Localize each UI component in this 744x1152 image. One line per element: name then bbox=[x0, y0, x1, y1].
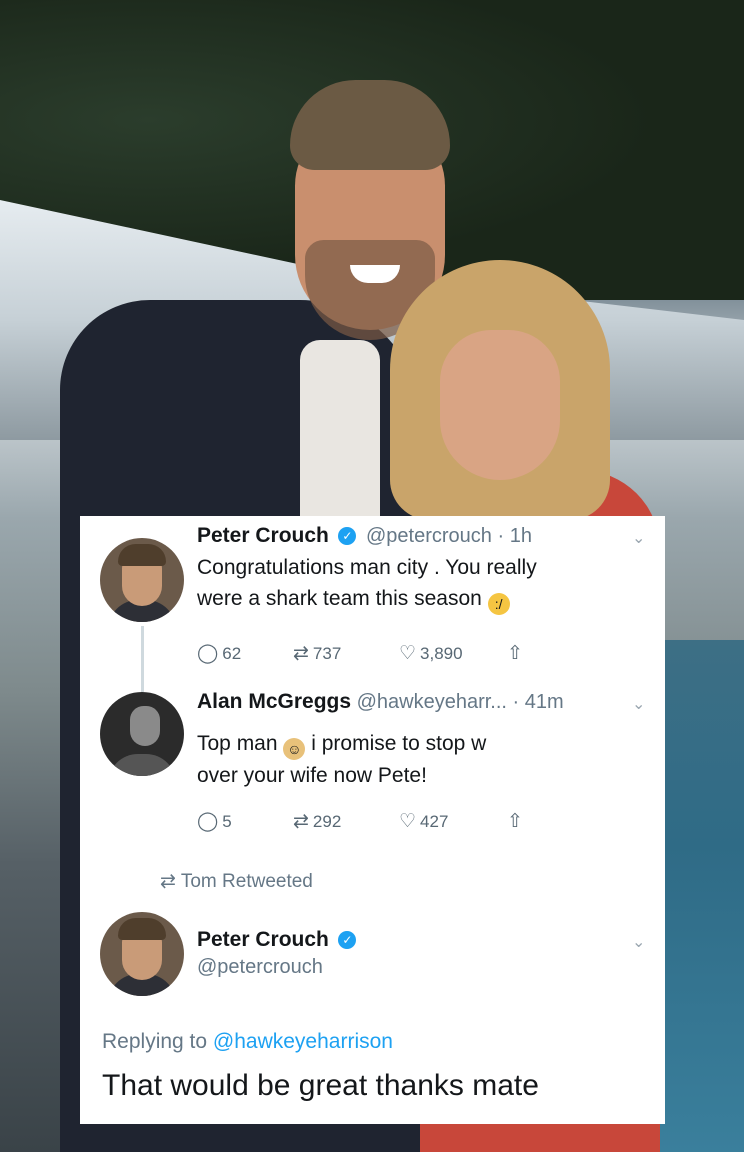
tweet-time[interactable]: · 1h bbox=[497, 525, 531, 547]
reply-button[interactable]: ◯ 62 bbox=[197, 642, 293, 665]
avatar-alan-mcgreggs[interactable] bbox=[100, 692, 184, 776]
heart-icon: ♡ bbox=[399, 643, 417, 664]
person-emoji-icon: ☺ bbox=[283, 738, 306, 760]
share-icon: ⇧ bbox=[507, 643, 523, 664]
author-name[interactable]: Alan McGreggs bbox=[197, 690, 351, 713]
mention-link[interactable]: @hawkeyeharrison bbox=[213, 1030, 393, 1053]
author-name[interactable]: Peter Crouch bbox=[197, 928, 329, 951]
verified-badge-icon: ✓ bbox=[338, 931, 357, 949]
retweet-button[interactable]: ⇄ 737 bbox=[293, 642, 399, 665]
chevron-down-icon[interactable]: ⌄ bbox=[632, 694, 645, 714]
chevron-down-icon[interactable]: ⌄ bbox=[632, 932, 645, 952]
tweet-text: Top man ☺ i promise to stop w over your … bbox=[197, 732, 487, 787]
author-handle[interactable]: @hawkeyeharr... bbox=[357, 691, 507, 713]
tweet-header: Alan McGreggs @hawkeyeharr... · 41m bbox=[197, 690, 564, 714]
reply-icon: ◯ bbox=[197, 811, 219, 832]
tweet-header: Peter Crouch ✓ @petercrouch · 1h bbox=[197, 524, 532, 548]
confused-face-emoji-icon: :/ bbox=[487, 593, 510, 615]
verified-badge-icon: ✓ bbox=[338, 527, 357, 545]
heart-icon: ♡ bbox=[399, 811, 417, 832]
reply-icon: ◯ bbox=[197, 643, 219, 664]
tweet-thread-card: Peter Crouch ✓ @petercrouch · 1h ⌄ Congr… bbox=[80, 516, 665, 1124]
tweet-header: Peter Crouch ✓ bbox=[197, 928, 360, 952]
like-button[interactable]: ♡ 3,890 bbox=[399, 642, 507, 665]
reply-button[interactable]: ◯ 5 bbox=[197, 810, 293, 833]
share-button[interactable]: ⇧ bbox=[507, 642, 523, 665]
retweet-icon: ⇄ bbox=[160, 871, 176, 892]
avatar-peter-crouch[interactable] bbox=[100, 912, 184, 996]
retweet-icon: ⇄ bbox=[293, 643, 309, 664]
retweet-notice[interactable]: ⇄ Tom Retweeted bbox=[160, 870, 313, 893]
tweet-actions: ◯ 5 ⇄ 292 ♡ 427 ⇧ bbox=[197, 810, 523, 833]
share-icon: ⇧ bbox=[507, 811, 523, 832]
retweet-icon: ⇄ bbox=[293, 811, 309, 832]
tweet-time[interactable]: · 41m bbox=[513, 691, 564, 713]
tweet-text: Congratulations man city . You really we… bbox=[197, 552, 537, 615]
replying-to-line: Replying to @hawkeyeharrison bbox=[102, 1030, 393, 1053]
share-button[interactable]: ⇧ bbox=[507, 810, 523, 833]
like-button[interactable]: ♡ 427 bbox=[399, 810, 507, 833]
avatar-peter-crouch[interactable] bbox=[100, 538, 184, 622]
tweet-actions: ◯ 62 ⇄ 737 ♡ 3,890 ⇧ bbox=[197, 642, 523, 665]
author-handle[interactable]: @petercrouch bbox=[197, 956, 323, 979]
tweet-text: That would be great thanks mate bbox=[102, 1069, 539, 1102]
author-handle[interactable]: @petercrouch bbox=[366, 525, 492, 547]
author-name[interactable]: Peter Crouch bbox=[197, 524, 329, 547]
chevron-down-icon[interactable]: ⌄ bbox=[632, 528, 645, 548]
retweet-button[interactable]: ⇄ 292 bbox=[293, 810, 399, 833]
thread-line bbox=[141, 626, 144, 692]
